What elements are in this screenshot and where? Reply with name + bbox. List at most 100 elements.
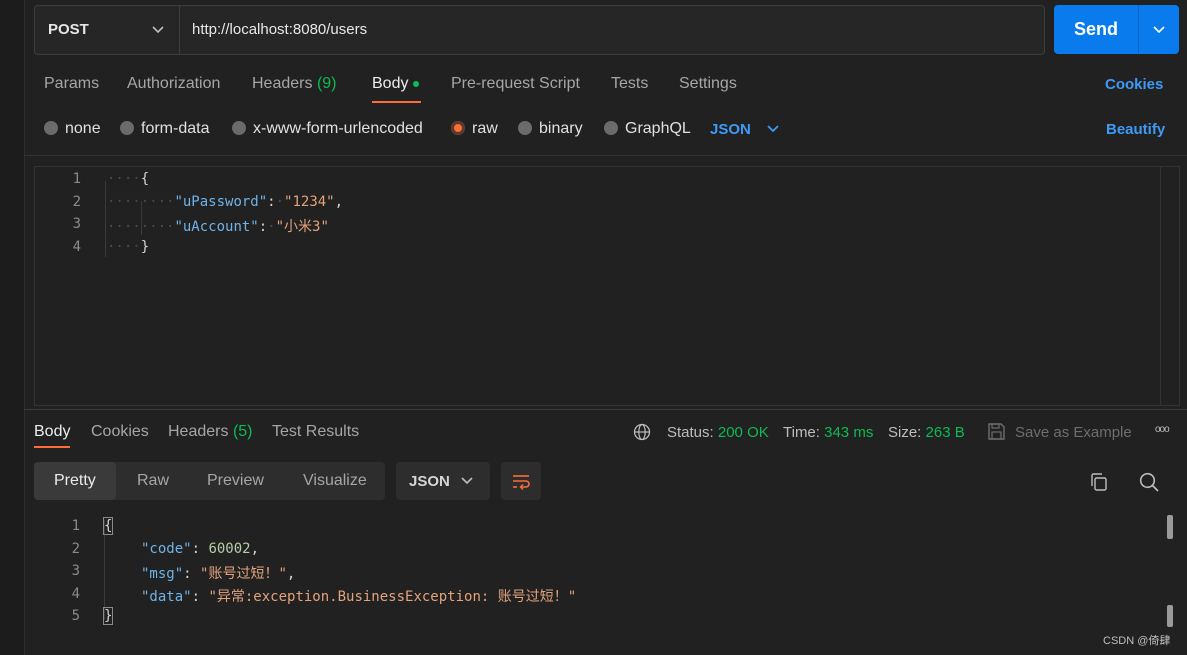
code-line: ········"uPassword":·"1234", xyxy=(107,194,344,210)
view-visualize[interactable]: Visualize xyxy=(303,472,367,490)
send-label: Send xyxy=(1074,19,1119,39)
radio-form-data-label[interactable]: form-data xyxy=(141,120,209,138)
radio-urlencoded[interactable] xyxy=(232,121,246,135)
body-indicator-dot xyxy=(413,80,420,87)
globe-icon[interactable] xyxy=(633,423,651,441)
tab-pre-request-script[interactable]: Pre-request Script xyxy=(451,75,580,93)
url-input[interactable]: http://localhost:8080/users xyxy=(192,21,367,38)
whitespace-marker: ········ xyxy=(107,194,175,210)
line-number: 4 xyxy=(71,586,80,602)
save-icon[interactable] xyxy=(987,422,1006,441)
chevron-down-icon[interactable] xyxy=(1152,20,1166,40)
code-line: "data": "异常:exception.BusinessException:… xyxy=(141,589,577,605)
line-number: 3 xyxy=(71,563,80,579)
tab-authorization[interactable]: Authorization xyxy=(127,75,220,93)
editor-scroll-track xyxy=(1160,167,1161,405)
line-number: 2 xyxy=(71,541,80,557)
method-select[interactable]: POST xyxy=(35,6,180,54)
tab-settings[interactable]: Settings xyxy=(679,75,737,93)
size-value: 263 B xyxy=(925,424,965,441)
json-value: 60002 xyxy=(208,541,251,557)
language-select[interactable]: JSON xyxy=(710,121,751,138)
indent-guide xyxy=(104,520,105,620)
copy-icon[interactable] xyxy=(1089,472,1109,492)
open-brace: { xyxy=(140,171,150,187)
open-brace: { xyxy=(102,517,114,535)
response-format-select[interactable]: JSON xyxy=(396,462,490,500)
scroll-thumb-top[interactable] xyxy=(1167,515,1173,539)
line-number: 4 xyxy=(72,239,81,255)
json-key: "uPassword" xyxy=(174,194,268,210)
time-info: Time: 343 ms xyxy=(783,424,873,441)
radio-raw-label[interactable]: raw xyxy=(472,120,498,138)
save-as-example-button[interactable]: Save as Example xyxy=(1015,424,1132,441)
line-number: 2 xyxy=(72,194,81,210)
code-line: ····} xyxy=(107,239,149,255)
chevron-down-icon[interactable] xyxy=(766,121,780,137)
status-label: Status: xyxy=(667,424,714,441)
beautify-link[interactable]: Beautify xyxy=(1106,121,1165,138)
tab-headers-label: Headers xyxy=(252,75,313,92)
close-brace: } xyxy=(140,239,150,255)
json-key: "data" xyxy=(141,589,192,605)
cookies-link[interactable]: Cookies xyxy=(1105,76,1163,93)
radio-binary-label[interactable]: binary xyxy=(539,120,583,138)
radio-binary[interactable] xyxy=(518,121,532,135)
radio-graphql-label[interactable]: GraphQL xyxy=(625,120,691,138)
radio-form-data[interactable] xyxy=(120,121,134,135)
left-gutter xyxy=(0,0,25,655)
tab-response-cookies[interactable]: Cookies xyxy=(91,423,149,441)
size-info: Size: 263 B xyxy=(888,424,965,441)
radio-none[interactable] xyxy=(44,121,58,135)
whitespace-marker: ···· xyxy=(107,239,141,255)
send-divider xyxy=(1138,5,1139,54)
line-number: 1 xyxy=(72,171,81,187)
request-body-editor[interactable]: 1 ····{ 2 ········"uPassword":·"1234", 3… xyxy=(34,166,1180,406)
code-line: ········"uAccount":·"小米3" xyxy=(107,219,329,235)
time-value: 343 ms xyxy=(824,424,874,441)
json-value: "小米3" xyxy=(275,219,329,235)
tab-response-headers-label: Headers xyxy=(168,423,229,440)
send-button[interactable]: Send xyxy=(1054,5,1179,54)
tab-body[interactable]: Body xyxy=(372,75,420,93)
tab-body-label: Body xyxy=(372,75,409,92)
search-icon[interactable] xyxy=(1138,471,1160,493)
radio-none-label[interactable]: none xyxy=(65,120,101,138)
tab-params[interactable]: Params xyxy=(44,75,99,93)
json-value: "异常:exception.BusinessException: 账号过短！" xyxy=(208,589,577,605)
tab-test-results[interactable]: Test Results xyxy=(272,423,359,441)
status-info: Status: 200 OK xyxy=(667,424,769,441)
response-scrollbar[interactable] xyxy=(1167,515,1173,627)
radio-urlencoded-label[interactable]: x-www-form-urlencoded xyxy=(253,120,423,138)
url-bar: POST http://localhost:8080/users xyxy=(34,5,1045,55)
active-tab-underline xyxy=(34,446,70,448)
wrap-lines-button[interactable] xyxy=(501,462,541,500)
pane-divider[interactable] xyxy=(24,409,1187,410)
tab-response-body[interactable]: Body xyxy=(34,423,70,441)
status-value: 200 OK xyxy=(717,424,769,441)
more-options-icon[interactable]: ooo xyxy=(1155,424,1170,435)
line-number: 3 xyxy=(72,216,81,232)
divider xyxy=(24,155,1187,156)
view-preview[interactable]: Preview xyxy=(207,472,264,490)
view-raw[interactable]: Raw xyxy=(137,472,169,490)
json-key: "code" xyxy=(141,541,192,557)
format-label: JSON xyxy=(409,473,450,490)
response-body-viewer[interactable]: 1 { 2 "code": 60002, 3 "msg": "账号过短！", 4… xyxy=(34,514,1159,634)
tab-response-headers[interactable]: Headers (5) xyxy=(168,423,253,441)
radio-raw[interactable] xyxy=(451,121,465,135)
close-brace: } xyxy=(102,607,114,625)
watermark: CSDN @倚肆 xyxy=(1103,635,1171,647)
size-label: Size: xyxy=(888,424,922,441)
scroll-thumb-bottom[interactable] xyxy=(1167,605,1173,627)
tab-headers[interactable]: Headers (9) xyxy=(252,75,337,93)
radio-graphql[interactable] xyxy=(604,121,618,135)
json-key: "uAccount" xyxy=(174,219,259,235)
tab-tests[interactable]: Tests xyxy=(611,75,648,93)
code-line: ····{ xyxy=(107,171,149,187)
view-pretty[interactable]: Pretty xyxy=(54,472,96,490)
headers-count: (9) xyxy=(316,75,337,92)
wrap-lines-icon xyxy=(513,475,530,490)
whitespace-marker: ········ xyxy=(107,219,175,235)
code-line: "code": 60002, xyxy=(141,541,260,557)
